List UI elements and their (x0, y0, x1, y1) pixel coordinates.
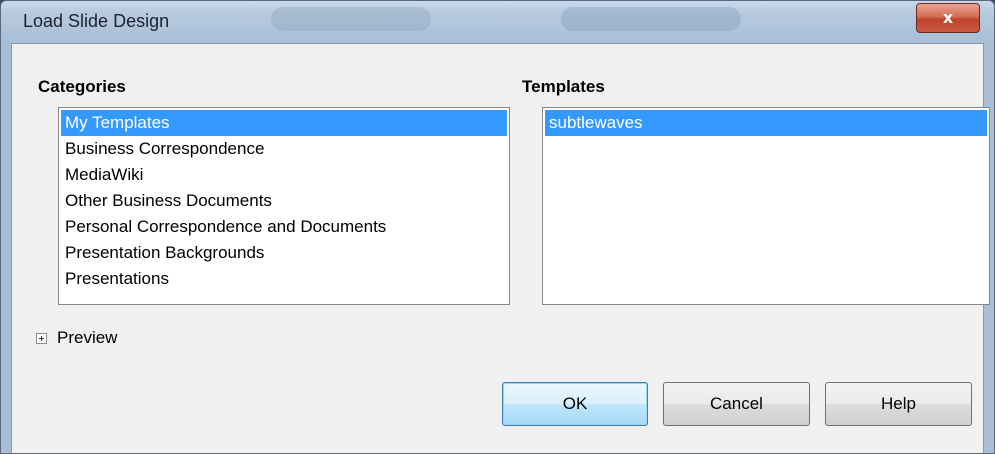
title-bar[interactable]: Load Slide Design x (1, 1, 994, 35)
templates-list[interactable]: subtlewaves (542, 107, 990, 305)
dialog-content: Categories My Templates Business Corresp… (11, 43, 990, 453)
category-item-presentations[interactable]: Presentations (61, 266, 507, 292)
load-slide-design-dialog: Load Slide Design x Categories My Templa… (0, 0, 995, 454)
preview-label: Preview (57, 328, 118, 347)
ok-button[interactable]: OK (502, 382, 648, 426)
category-item-presentation-backgrounds[interactable]: Presentation Backgrounds (61, 240, 507, 266)
templates-label: Templates (522, 77, 605, 96)
categories-label: Categories (38, 77, 126, 96)
categories-list[interactable]: My Templates Business Correspondence Med… (58, 107, 510, 305)
category-item-my-templates[interactable]: My Templates (61, 110, 507, 136)
category-item-business-correspondence[interactable]: Business Correspondence (61, 136, 507, 162)
close-button[interactable]: x (916, 3, 980, 33)
dialog-title: Load Slide Design (23, 11, 170, 31)
title-bar-background-blur (271, 7, 431, 31)
cancel-button[interactable]: Cancel (663, 382, 810, 426)
close-icon: x (942, 8, 954, 27)
expand-plus-icon[interactable] (36, 332, 47, 344)
category-item-mediawiki[interactable]: MediaWiki (61, 162, 507, 188)
template-item-subtlewaves[interactable]: subtlewaves (545, 110, 987, 136)
category-item-personal-correspondence[interactable]: Personal Correspondence and Documents (61, 214, 507, 240)
help-button[interactable]: Help (825, 382, 972, 426)
category-item-other-business-documents[interactable]: Other Business Documents (61, 188, 507, 214)
title-bar-background-blur (561, 7, 741, 31)
preview-toggle[interactable]: Preview (36, 328, 117, 348)
